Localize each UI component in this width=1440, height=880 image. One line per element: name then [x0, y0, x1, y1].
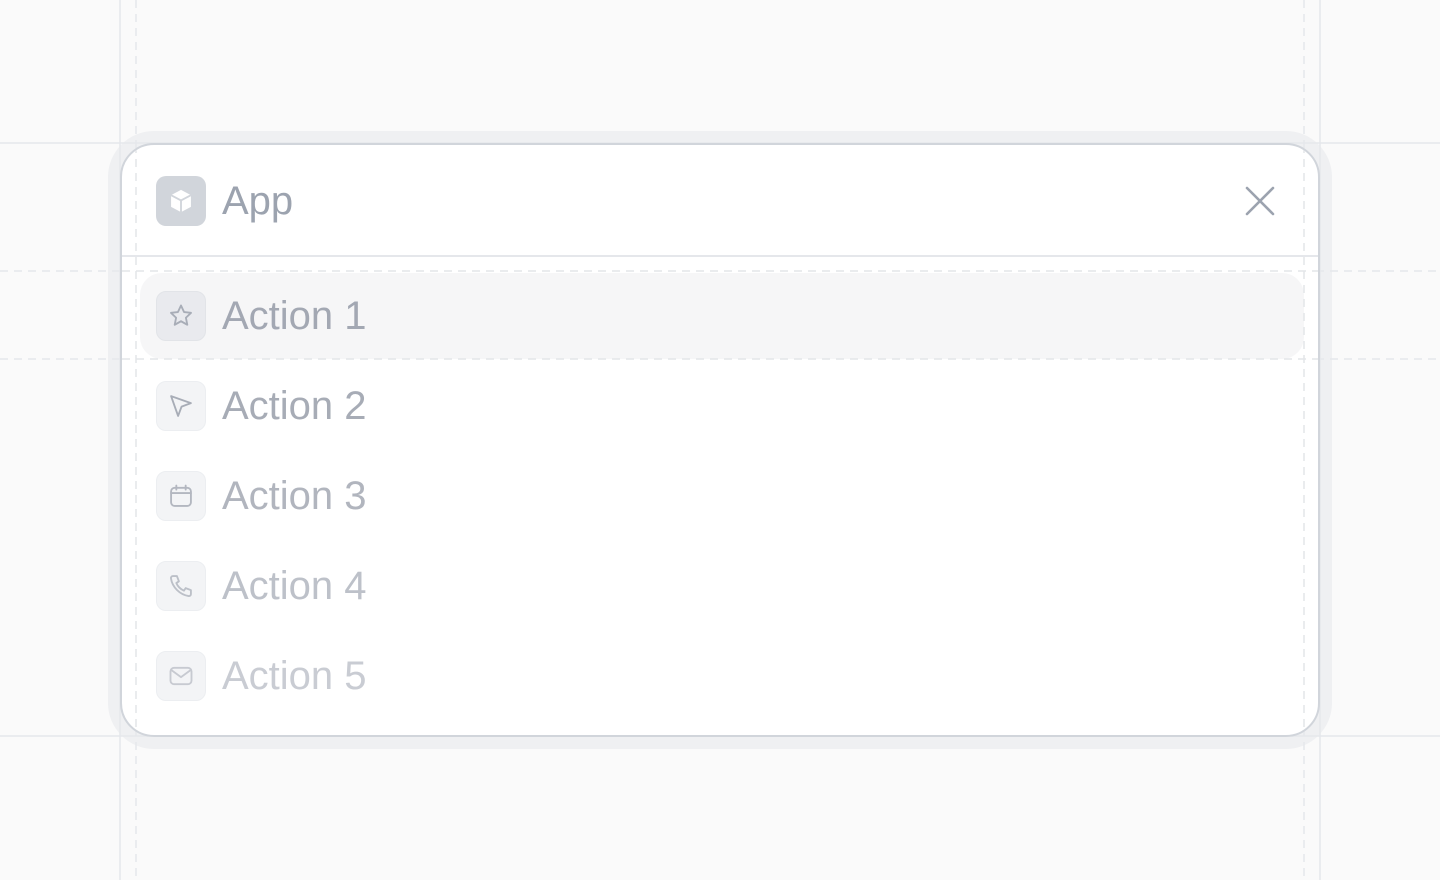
- menu-header: App: [122, 145, 1318, 257]
- calendar-icon: [156, 471, 206, 521]
- menu-item-label: Action 4: [222, 564, 367, 608]
- menu-item-action-5[interactable]: Action 5: [140, 633, 1304, 719]
- phone-icon: [156, 561, 206, 611]
- menu-item-label: Action 3: [222, 474, 367, 518]
- menu-item-label: Action 1: [222, 294, 367, 338]
- menu-item-action-1[interactable]: Action 1: [140, 273, 1304, 359]
- menu-item-action-2[interactable]: Action 2: [140, 363, 1304, 449]
- app-title: App: [222, 179, 294, 223]
- close-button[interactable]: [1240, 181, 1280, 221]
- menu-item-label: Action 5: [222, 654, 367, 698]
- cursor-arrow-icon: [156, 381, 206, 431]
- menu-item-label: Action 2: [222, 384, 367, 428]
- cube-icon: [156, 176, 206, 226]
- star-icon: [156, 291, 206, 341]
- mail-icon: [156, 651, 206, 701]
- menu-item-action-3[interactable]: Action 3: [140, 453, 1304, 539]
- menu-item-action-4[interactable]: Action 4: [140, 543, 1304, 629]
- close-icon: [1245, 186, 1275, 216]
- action-menu-card: App Action 1 Action 2 Action 3 Action 4 …: [120, 143, 1320, 737]
